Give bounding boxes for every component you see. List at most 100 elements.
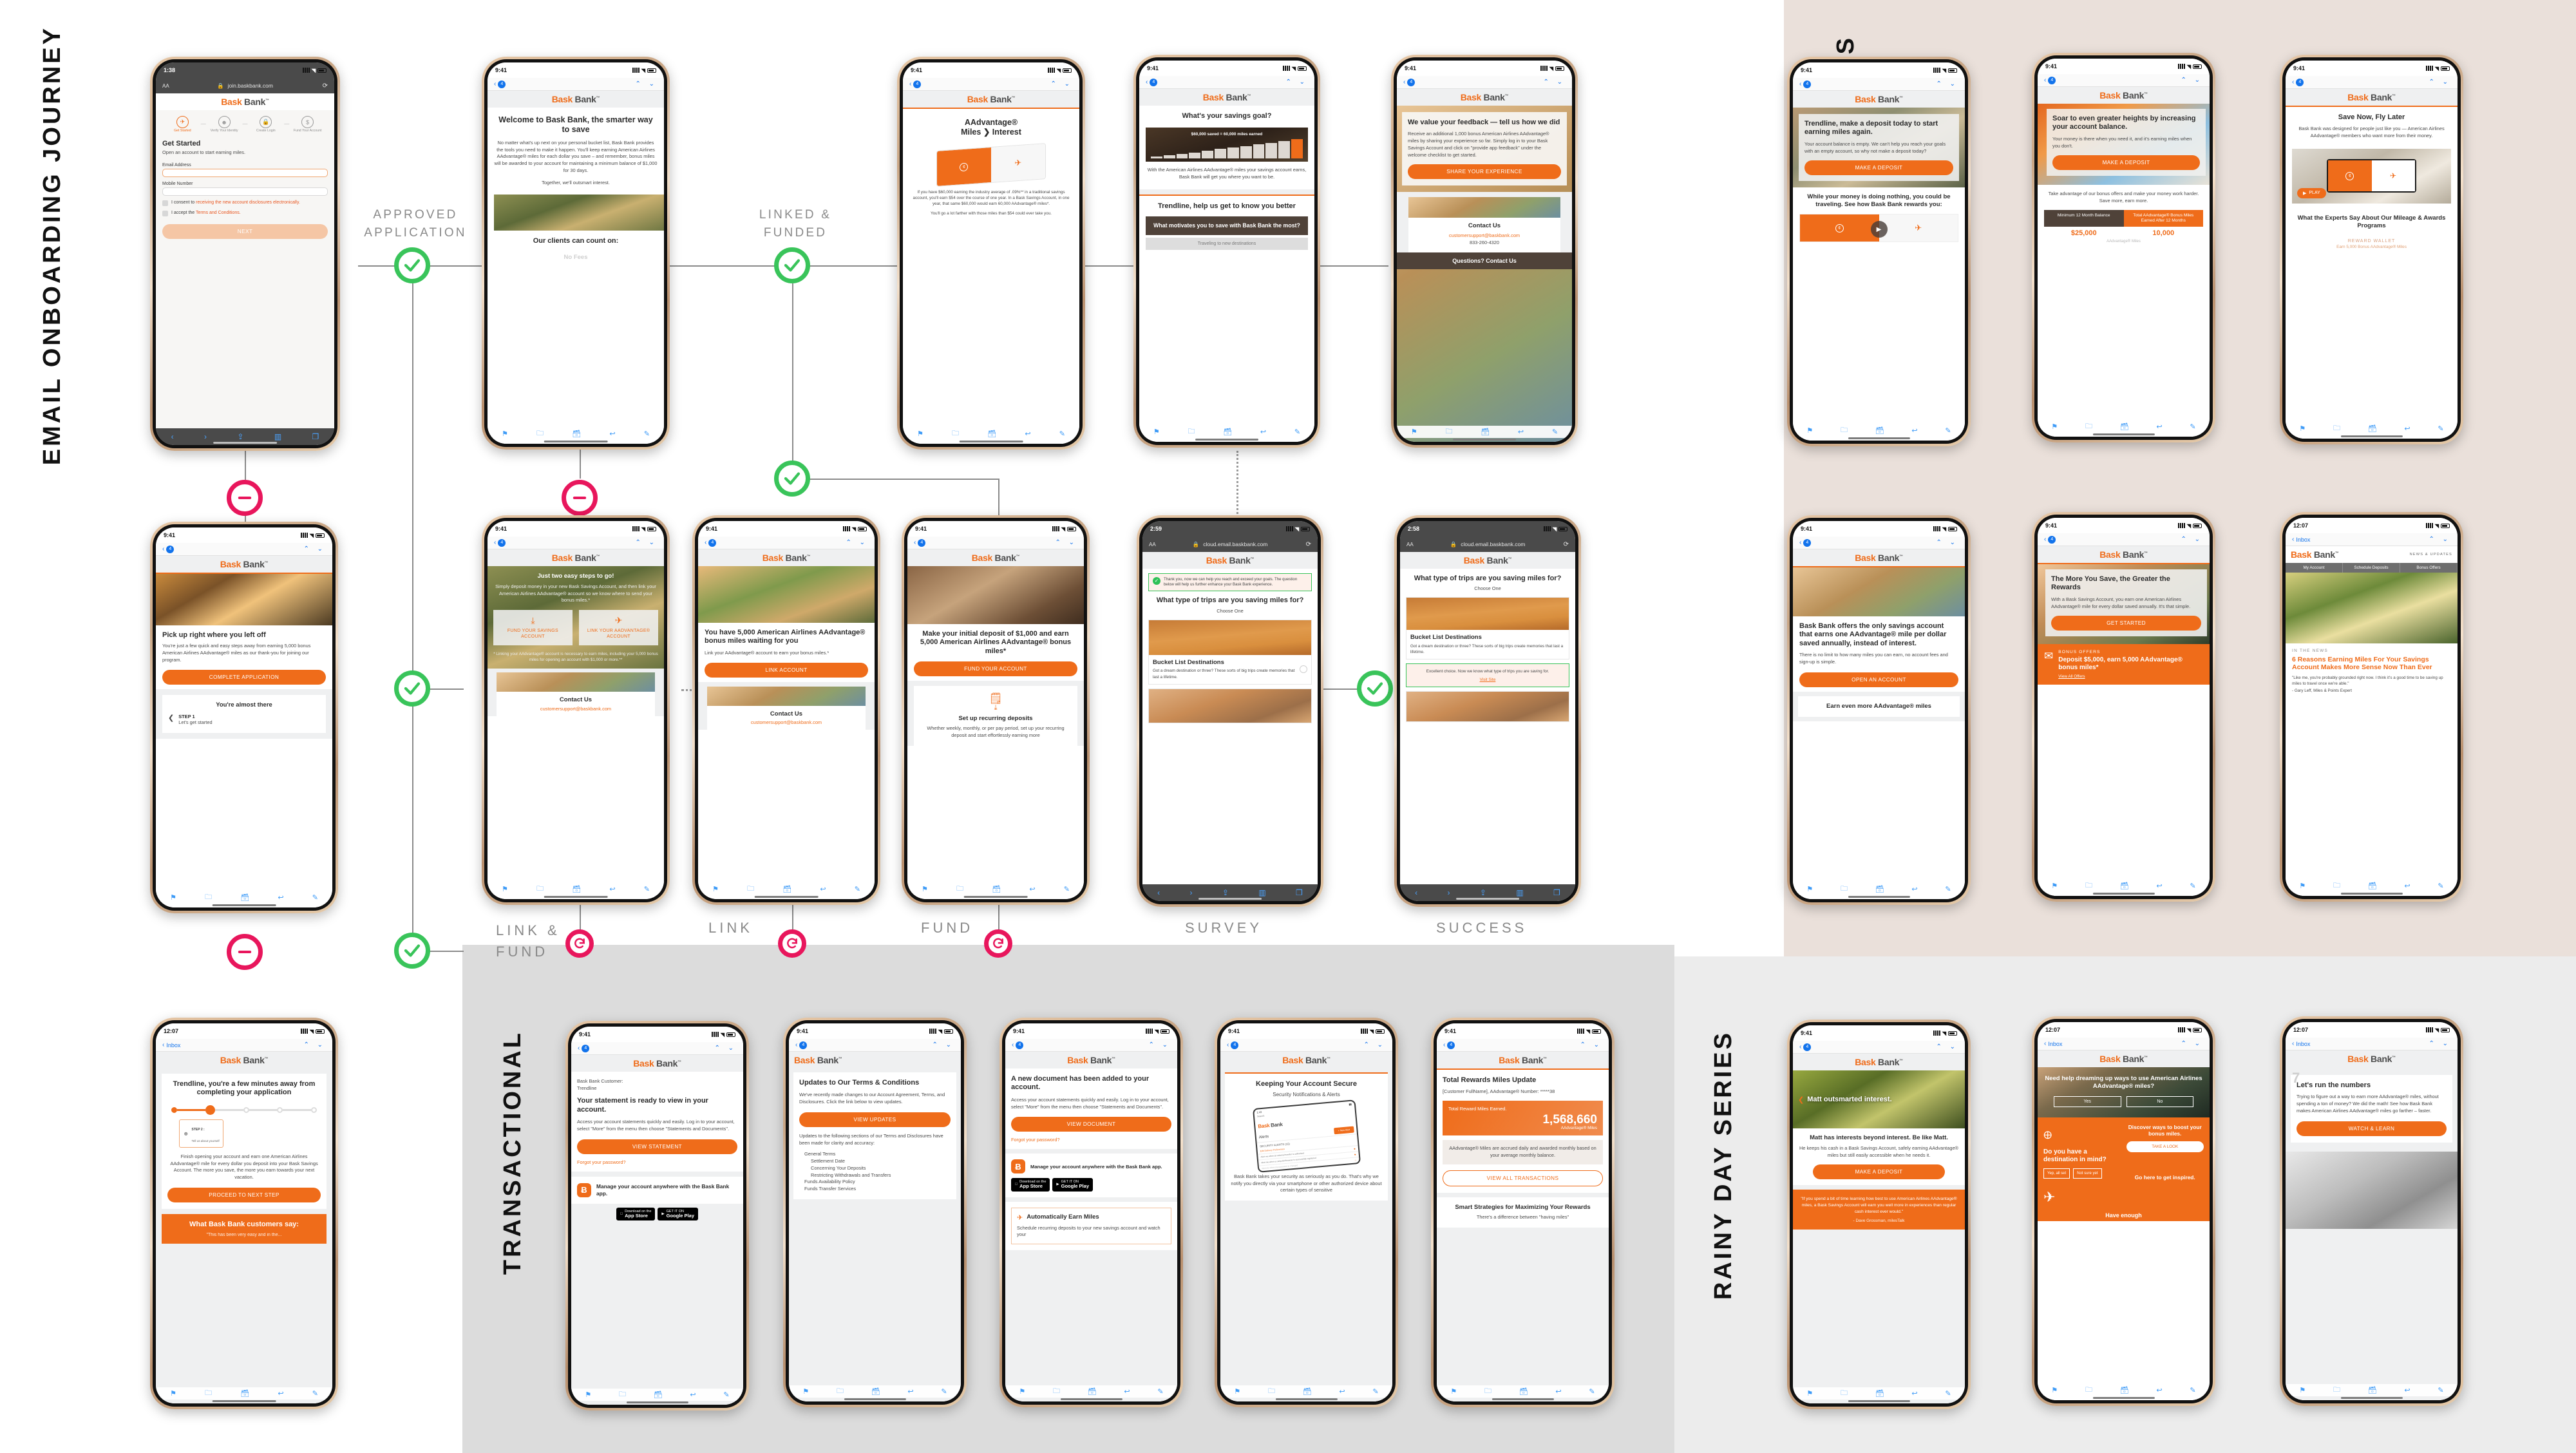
tabs-icon[interactable]: ❐ — [1296, 888, 1303, 897]
complete-application-button[interactable]: COMPLETE APPLICATION — [162, 669, 326, 685]
archive-icon[interactable]: 🗃 — [2368, 882, 2377, 890]
folder-icon[interactable]: 🗀 — [2085, 1384, 2092, 1396]
step-fund-account[interactable]: $ Fund Your Account — [290, 116, 325, 133]
forward-icon[interactable]: › — [1190, 888, 1193, 897]
folder-icon[interactable]: 🗀 — [1188, 426, 1195, 438]
back-to-mailbox[interactable]: ‹ 4 — [705, 538, 717, 547]
compose-icon[interactable]: ✎ — [723, 1391, 729, 1399]
forward-icon[interactable]: › — [204, 432, 207, 441]
watch-and-learn-button[interactable]: WATCH & LEARN — [2297, 1121, 2447, 1136]
folder-icon[interactable]: 🗀 — [952, 428, 959, 440]
back-to-mailbox[interactable]: ‹ 4 — [914, 538, 926, 547]
survey-option-bucket-list[interactable]: Bucket List Destinations Got a dream des… — [1148, 619, 1312, 685]
take-a-look-button[interactable]: TAKE A LOOK — [2126, 1141, 2204, 1152]
archive-icon[interactable]: 🗃 — [1481, 428, 1490, 436]
contact-email[interactable]: customersupport@baskbank.com — [1412, 233, 1557, 238]
reply-icon[interactable]: ↩ — [1911, 1389, 1917, 1398]
message-nav[interactable]: ⌃ ⌄ — [1543, 79, 1566, 86]
archive-icon[interactable]: 🗃 — [1303, 1387, 1312, 1396]
archive-icon[interactable]: 🗃 — [871, 1387, 880, 1396]
carousel-prev-icon[interactable]: ❮ — [1798, 1096, 1804, 1104]
mobile-field[interactable] — [162, 187, 328, 196]
message-nav[interactable]: ⌃ ⌄ — [1148, 1041, 1171, 1049]
reply-icon[interactable]: ↩ — [2404, 1386, 2410, 1394]
answer-no-button[interactable]: No — [2126, 1096, 2194, 1107]
archive-icon[interactable]: 🗃 — [1875, 1389, 1884, 1398]
open-an-account-button[interactable]: OPEN AN ACCOUNT — [1799, 672, 1958, 687]
flag-icon[interactable]: ⚑ — [2051, 1386, 2058, 1394]
safari-url-bar[interactable]: AA 🔒 cloud.email.baskbank.com ⟳ — [1142, 537, 1318, 552]
reply-icon[interactable]: ↩ — [2156, 882, 2162, 890]
back-icon[interactable]: ‹ — [1157, 888, 1160, 897]
archive-icon[interactable]: 🗃 — [2368, 1386, 2377, 1394]
folder-icon[interactable]: 🗀 — [747, 883, 754, 895]
reply-icon[interactable]: ↩ — [1911, 426, 1917, 435]
flag-icon[interactable]: ⚑ — [585, 1391, 591, 1399]
step-get-started[interactable]: ✈ Get Started — [165, 116, 200, 133]
message-nav[interactable]: ⌃ ⌄ — [1580, 1041, 1602, 1049]
compose-icon[interactable]: ✎ — [1294, 428, 1300, 436]
reply-icon[interactable]: ↩ — [2156, 423, 2162, 431]
tabs-icon[interactable]: ❐ — [312, 432, 319, 441]
reply-icon[interactable]: ↩ — [2156, 1386, 2162, 1394]
archive-icon[interactable]: 🗃 — [572, 430, 581, 438]
compose-icon[interactable]: ✎ — [2190, 423, 2195, 431]
message-nav[interactable]: ⌃ ⌄ — [2429, 536, 2451, 543]
share-icon[interactable]: ⇪ — [1480, 888, 1486, 897]
back-to-mailbox[interactable]: ‹ 4 — [1443, 1041, 1455, 1049]
proceed-next-step-button[interactable]: PROCEED TO NEXT STEP — [167, 1187, 321, 1202]
toggle-off-icon[interactable]: ◎ — [1354, 1159, 1356, 1161]
message-nav[interactable]: ⌃ ⌄ — [1363, 1041, 1386, 1049]
message-nav[interactable]: ⌃ ⌄ — [1936, 1043, 1958, 1050]
back-to-mailbox[interactable]: ‹ 4 — [494, 80, 506, 88]
flag-icon[interactable]: ⚑ — [1153, 428, 1160, 436]
archive-icon[interactable]: 🗃 — [1875, 426, 1884, 435]
reload-icon[interactable]: ⟳ — [323, 82, 328, 90]
back-to-inbox[interactable]: ‹ Inbox — [162, 1041, 180, 1049]
reply-icon[interactable]: ↩ — [1260, 428, 1266, 436]
visit-site-link[interactable]: Visit Site — [1410, 678, 1565, 682]
message-nav[interactable]: ⌃ ⌄ — [635, 539, 658, 546]
tile-link-aadvantage-account[interactable]: ✈ LINK YOUR AADVANTAGE® ACCOUNT — [579, 610, 658, 645]
flag-icon[interactable]: ⚑ — [170, 893, 176, 902]
compose-icon[interactable]: ✎ — [1589, 1387, 1595, 1396]
forgot-password-link[interactable]: Forgot your password? — [577, 1159, 737, 1165]
folder-icon[interactable]: 🗀 — [2085, 880, 2092, 892]
flag-icon[interactable]: ⚑ — [2299, 1386, 2306, 1394]
reply-icon[interactable]: ↩ — [1518, 428, 1524, 436]
folder-icon[interactable]: 🗀 — [205, 891, 212, 904]
forgot-password-link[interactable]: Forgot your password? — [1011, 1137, 1171, 1143]
message-nav[interactable]: ⌃ ⌄ — [635, 81, 658, 88]
compose-icon[interactable]: ✎ — [855, 885, 860, 893]
option-radio[interactable] — [1300, 665, 1307, 674]
back-to-mailbox[interactable]: ‹ 4 — [1799, 538, 1812, 547]
tab-schedule-deposits[interactable]: Schedule Deposits — [2343, 563, 2400, 573]
compose-icon[interactable]: ✎ — [2438, 424, 2443, 433]
flag-icon[interactable]: ⚑ — [1450, 1387, 1457, 1396]
compose-icon[interactable]: ✎ — [1552, 428, 1558, 436]
archive-icon[interactable]: 🗃 — [1088, 1387, 1097, 1396]
reply-icon[interactable]: ↩ — [2404, 424, 2410, 433]
reply-icon[interactable]: ↩ — [278, 893, 283, 902]
text-size-icon[interactable]: AA — [1149, 542, 1156, 547]
message-nav[interactable]: ⌃ ⌄ — [2429, 79, 2451, 86]
view-all-transactions-button[interactable]: VIEW ALL TRANSACTIONS — [1443, 1170, 1603, 1186]
bookmarks-icon[interactable]: ▥ — [274, 432, 281, 441]
reply-icon[interactable]: ↩ — [2404, 882, 2410, 890]
archive-icon[interactable]: 🗃 — [572, 885, 581, 893]
archive-icon[interactable]: 🗃 — [987, 430, 996, 438]
fund-your-account-button[interactable]: FUND YOUR ACCOUNT — [914, 661, 1077, 677]
archive-icon[interactable]: 🗃 — [2120, 1386, 2129, 1394]
reply-icon[interactable]: ↩ — [609, 885, 615, 893]
survey-option-traveling[interactable]: Traveling to new destinations — [1146, 238, 1308, 251]
back-to-mailbox[interactable]: ‹ 4 — [2044, 535, 2056, 544]
message-nav[interactable]: ⌃ ⌄ — [2181, 536, 2203, 543]
compose-icon[interactable]: ✎ — [1059, 430, 1065, 438]
back-to-mailbox[interactable]: ‹ 4 — [1799, 80, 1812, 88]
back-to-mailbox[interactable]: ‹ 4 — [162, 545, 175, 553]
bookmarks-icon[interactable]: ▥ — [1258, 888, 1265, 897]
folder-icon[interactable]: 🗀 — [2333, 423, 2340, 435]
folder-icon[interactable]: 🗀 — [837, 1385, 844, 1398]
contact-email[interactable]: customersupport@baskbank.com — [500, 706, 651, 712]
compose-icon[interactable]: ✎ — [1945, 426, 1951, 435]
